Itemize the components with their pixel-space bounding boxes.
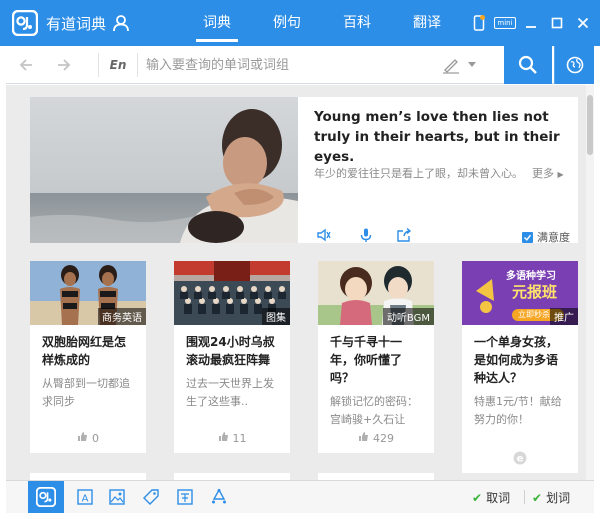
speaker-icon[interactable] [316, 227, 332, 243]
home-button[interactable] [28, 481, 64, 513]
chevron-right-icon: ▶ [557, 170, 564, 179]
youdao-logo-icon [36, 487, 56, 507]
svg-text:A: A [82, 494, 89, 505]
card-description: 特惠1元/节！献给努力的你！ [474, 395, 562, 426]
card-tag: 推广 [550, 308, 578, 325]
select-word-label: 划词 [546, 491, 571, 505]
title-bar: 有道词典 词典 例句 百科 翻译 mini [0, 0, 600, 46]
card-image: 商务英语 [30, 261, 146, 325]
share-icon[interactable] [396, 227, 412, 243]
tab-dictionary[interactable]: 词典 [182, 0, 252, 46]
search-icon [518, 55, 537, 74]
app-title: 有道词典 [46, 15, 107, 33]
thumbs-up-icon [218, 431, 229, 445]
scrollbar[interactable] [586, 85, 594, 480]
card-title: 一个单身女孩，是如何成为多语种达人？ [474, 335, 559, 385]
search-button[interactable] [504, 46, 552, 84]
thumbs-up-icon [77, 431, 88, 445]
tab-translate[interactable]: 翻译 [392, 0, 462, 46]
capture-word-toggle[interactable]: ✔ 取词 [472, 489, 510, 506]
search-input[interactable] [146, 52, 436, 78]
close-button[interactable] [574, 14, 592, 32]
user-icon[interactable] [112, 14, 130, 32]
mini-mode-button[interactable]: mini [494, 14, 516, 32]
translate-icon[interactable] [176, 488, 194, 506]
check-icon: ✔ [532, 490, 543, 505]
checkbox-checked-icon [522, 231, 533, 243]
daily-sentence-english: Young men’s love then lies not truly in … [314, 109, 560, 165]
daily-sentence-chinese: 年少的爱往往只是看上了眼，却未曾入心。 [314, 167, 523, 180]
card-description: 过去一天世界上发生了这些事.. [186, 377, 274, 408]
card-placeholder [318, 473, 434, 480]
promo-button: 立即秒杀 [518, 310, 550, 319]
maximize-button[interactable] [548, 14, 566, 32]
card-image: 多语种学习 元报班 立即秒杀 推广 [462, 261, 578, 325]
tab-encyclopedia[interactable]: 百科 [322, 0, 392, 46]
article-card-4[interactable]: 多语种学习 元报班 立即秒杀 推广 一个单身女孩，是如何成为多语种达人？ 特惠1… [462, 261, 578, 473]
card-description: 解锁记忆的密码：宫崎骏+久石让 [330, 395, 418, 426]
search-bar: En [6, 46, 594, 84]
like-count: 0 [92, 431, 99, 445]
card-placeholder [174, 473, 290, 480]
youdao-logo-icon [12, 10, 38, 36]
article-card-1[interactable]: 商务英语 双胞胎网红是怎样炼成的 从臀部到一切都追求同步 0 [30, 261, 146, 453]
forward-arrow-icon[interactable] [54, 56, 72, 74]
satisfaction-label: 满意度 [537, 231, 570, 244]
minimize-button[interactable] [522, 14, 540, 32]
more-link-label: 更多 [532, 167, 554, 180]
promo-line1: 多语种学习 [506, 271, 556, 282]
daily-sentence-image [30, 97, 298, 243]
card-title: 双胞胎网红是怎样炼成的 [42, 335, 127, 367]
tag-icon[interactable] [142, 488, 160, 506]
online-translate-button[interactable] [554, 46, 594, 84]
microphone-icon[interactable] [358, 227, 374, 243]
scrollbar-thumb[interactable] [587, 95, 593, 155]
card-title: 围观24小时乌叔滚动最疯狂阵舞 [186, 335, 275, 367]
globe-icon [566, 56, 583, 74]
svg-text:e: e [517, 454, 524, 465]
like-count: 429 [373, 431, 394, 445]
window-controls: mini [470, 14, 592, 32]
main-tabs: 词典 例句 百科 翻译 [182, 0, 462, 46]
like-button[interactable]: 0 [30, 431, 146, 445]
card-tag: 动听BGM [382, 308, 434, 325]
back-arrow-icon[interactable] [18, 56, 36, 74]
like-button[interactable]: 429 [318, 431, 434, 445]
thumbs-up-icon [358, 431, 369, 445]
image-translate-icon[interactable] [108, 488, 126, 506]
wordbook-icon[interactable]: A [76, 488, 94, 506]
chevron-down-icon[interactable] [468, 62, 476, 67]
check-icon: ✔ [472, 490, 483, 505]
card-image: 动听BGM [318, 261, 434, 325]
card-tag: 图集 [262, 308, 290, 325]
select-word-toggle[interactable]: ✔ 划词 [532, 489, 570, 506]
capture-word-label: 取词 [486, 491, 511, 505]
like-count: 11 [232, 431, 247, 445]
youdao-e-icon: e [462, 451, 578, 465]
article-card-2[interactable]: 图集 围观24小时乌叔滚动最疯狂阵舞 过去一天世界上发生了这些事.. 11 [174, 261, 290, 453]
card-placeholder [30, 473, 146, 480]
like-button[interactable]: 11 [174, 431, 290, 445]
article-card-3[interactable]: 动听BGM 千与千寻十一年，你听懂了吗？ 解锁记忆的密码：宫崎骏+久石让 429 [318, 261, 434, 453]
content-area: Young men’s love then lies not truly in … [6, 85, 594, 480]
divider [524, 490, 525, 504]
handwriting-icon[interactable] [442, 56, 460, 74]
promo-line2: 元报班 [512, 283, 558, 301]
card-title: 千与千寻十一年，你听懂了吗？ [330, 335, 403, 385]
card-description: 从臀部到一切都追求同步 [42, 377, 130, 408]
daily-sentence-card[interactable]: Young men’s love then lies not truly in … [30, 97, 578, 245]
satisfaction-checkbox[interactable]: 满意度 [522, 229, 570, 245]
mobile-icon[interactable] [470, 14, 488, 32]
card-tag: 商务英语 [98, 308, 146, 325]
more-link[interactable]: 更多 ▶ [532, 165, 564, 181]
card-image: 图集 [174, 261, 290, 325]
bottom-toolbar: A ✔ 取词 ✔ 划词 [6, 480, 594, 513]
recycle-icon[interactable] [210, 488, 228, 506]
language-selector[interactable]: En [98, 53, 138, 77]
tab-examples[interactable]: 例句 [252, 0, 322, 46]
